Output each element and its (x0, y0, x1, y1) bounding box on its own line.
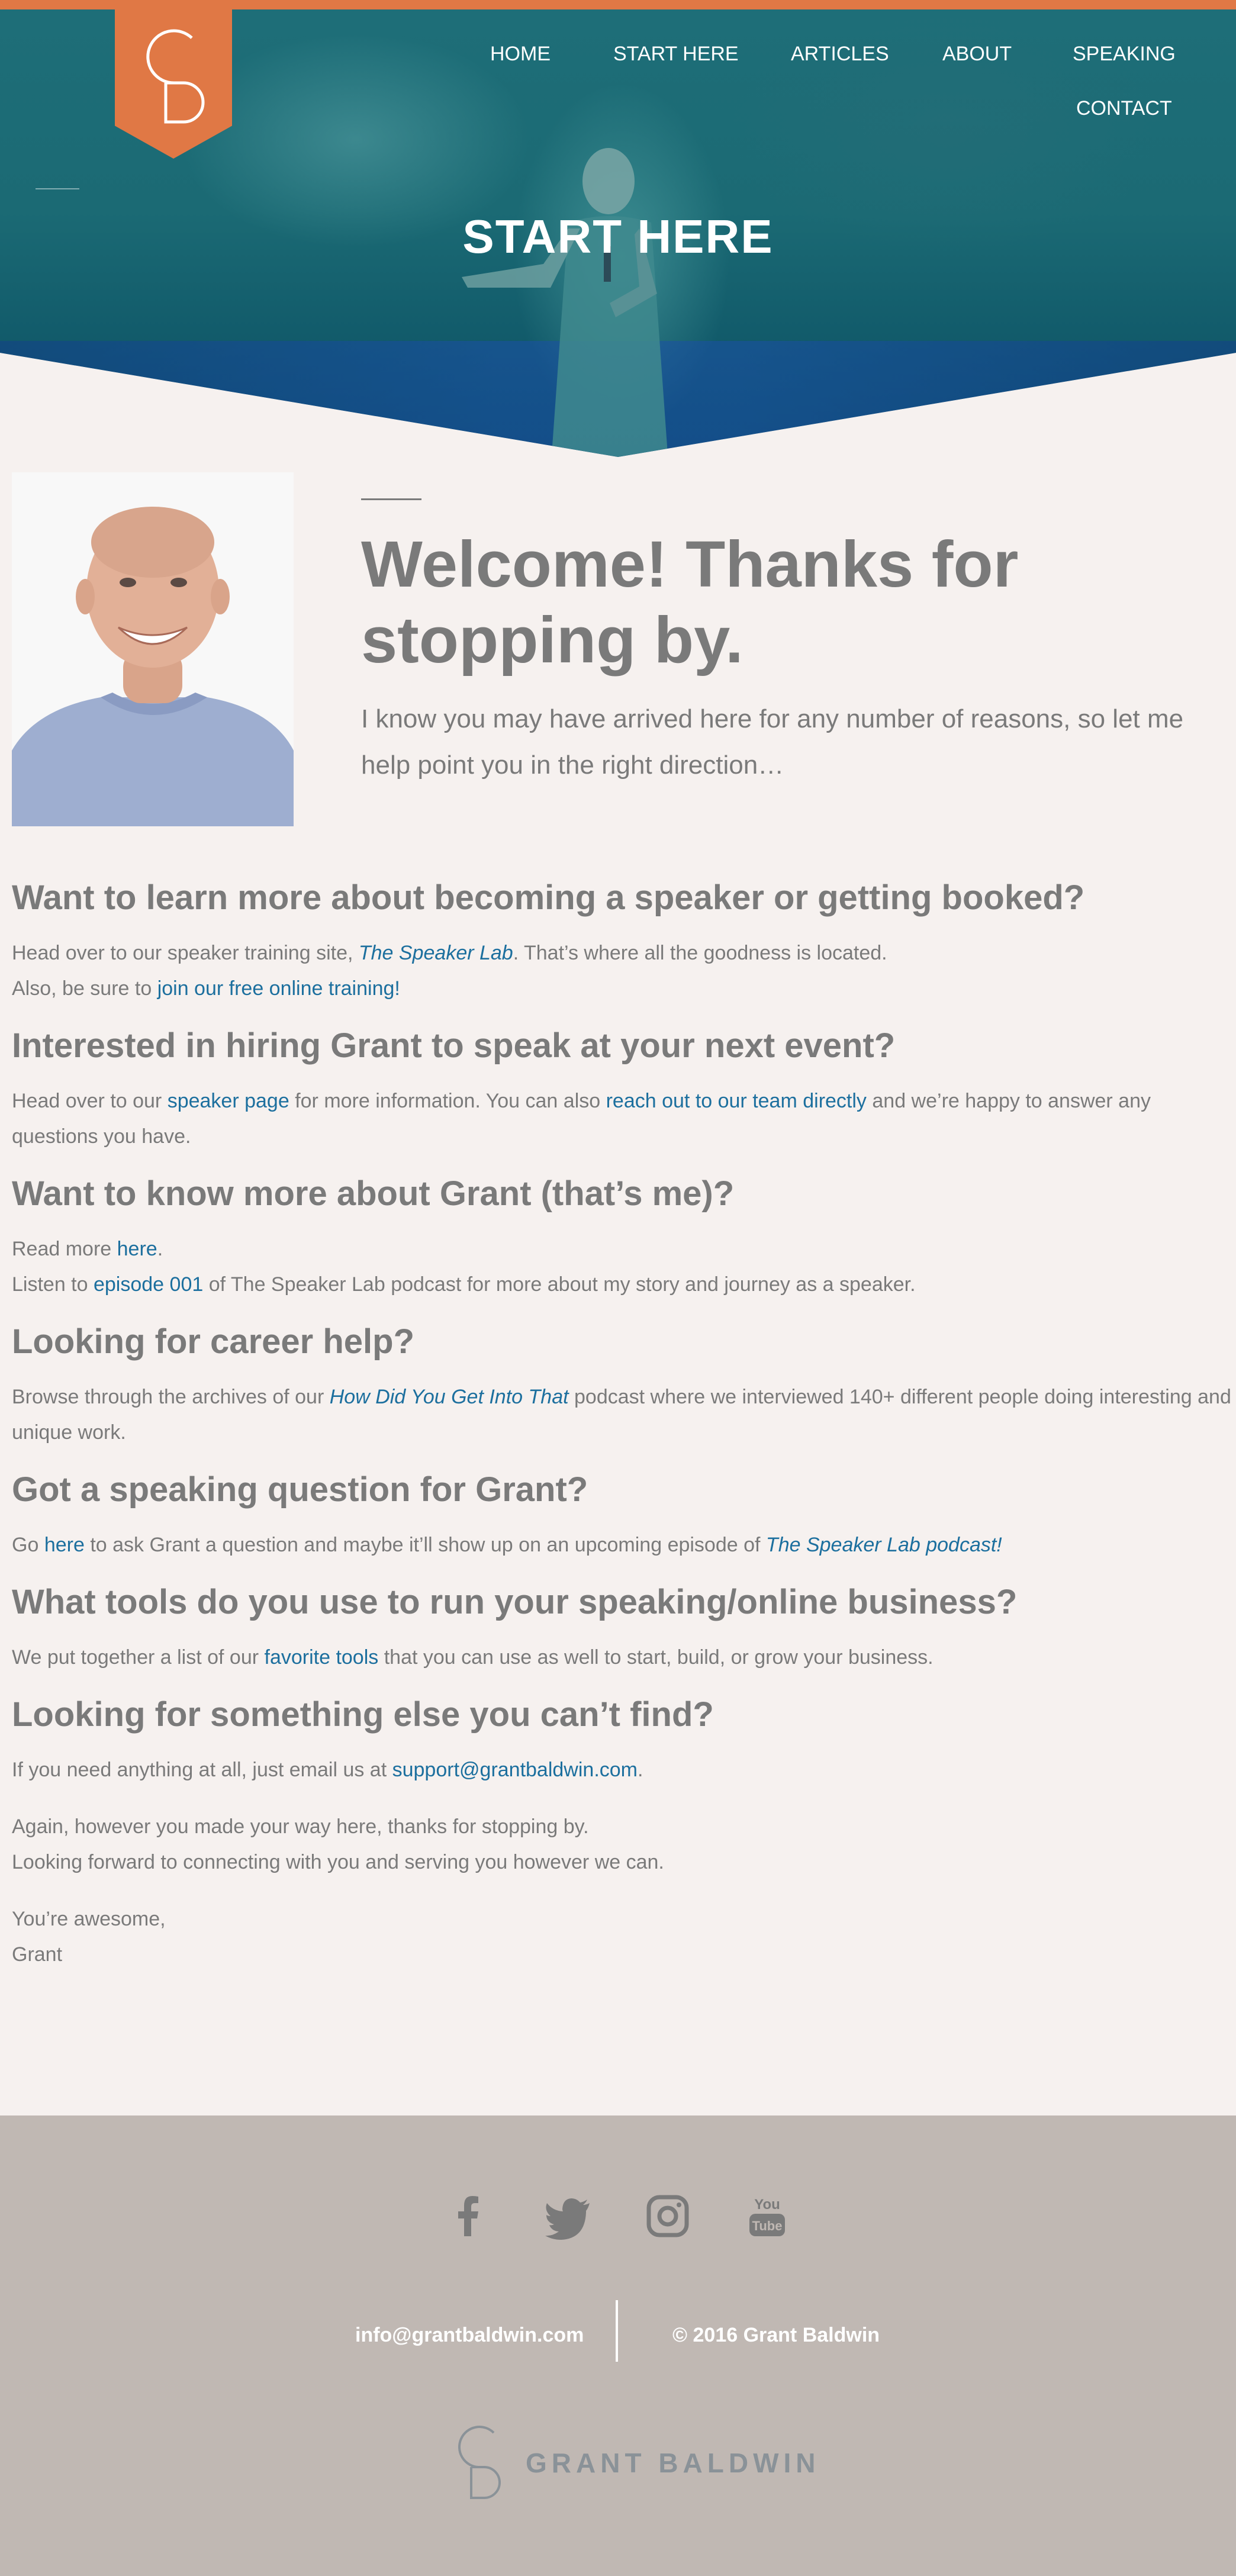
intro-divider (361, 498, 421, 500)
site-footer: You Tube info@grantbaldwin.com © 2016 Gr… (0, 2115, 1236, 2576)
section-text-about-2: Listen to episode 001 of The Speaker Lab… (12, 1267, 1231, 1302)
free-training-link[interactable]: join our free online training! (157, 977, 400, 1000)
section-heading-question: Got a speaking question for Grant? (12, 1470, 588, 1509)
section-text-tools: We put together a list of our favorite t… (12, 1640, 1231, 1675)
section-text-else: If you need anything at all, just email … (12, 1752, 1231, 1788)
svg-text:Tube: Tube (752, 2218, 783, 2233)
text-span: We put together a list of our (12, 1646, 265, 1669)
welcome-subtitle: I know you may have arrived here for any… (361, 704, 1184, 780)
section-text-about-1: Read more here. (12, 1231, 1231, 1267)
text-span: that you can use as well to start, build… (378, 1646, 934, 1669)
facebook-icon[interactable] (444, 2191, 494, 2241)
section-text-speaker-1: Head over to our speaker training site, … (12, 935, 1231, 971)
portrait-photo (12, 472, 294, 826)
footer-copyright: © 2016 Grant Baldwin (672, 2324, 880, 2346)
text-span: to ask Grant a question and maybe it’ll … (84, 1534, 766, 1556)
episode-001-link[interactable]: episode 001 (94, 1273, 203, 1296)
speaker-lab-link[interactable]: The Speaker Lab (359, 942, 513, 964)
section-heading-career: Looking for career help? (12, 1322, 414, 1361)
hero-divider (36, 188, 79, 189)
section-text-hire: Head over to our speaker page for more i… (12, 1083, 1231, 1154)
nav-speaking[interactable]: SPEAKING (1073, 43, 1176, 66)
main-content: Want to learn more about becoming a spea… (12, 874, 1231, 1972)
text-span: Read more (12, 1238, 117, 1260)
footer-divider (616, 2300, 618, 2362)
text-span: Head over to our speaker training site, (12, 942, 359, 964)
nav-start-here[interactable]: START HERE (613, 43, 739, 66)
main-navigation: HOME START HERE ARTICLES ABOUT SPEAKING … (0, 0, 1236, 130)
nav-about[interactable]: ABOUT (942, 43, 1012, 66)
closing-line-1: Again, however you made your way here, t… (12, 1815, 589, 1838)
speaker-lab-podcast-link[interactable]: The Speaker Lab podcast! (766, 1534, 1002, 1556)
contact-team-link[interactable]: reach out to our team directly (606, 1090, 867, 1112)
nav-articles[interactable]: ARTICLES (791, 43, 889, 66)
text-span: . (157, 1238, 163, 1260)
footer-email-link[interactable]: info@grantbaldwin.com (355, 2324, 584, 2347)
svg-text:You: You (754, 2197, 780, 2213)
twitter-icon[interactable] (543, 2191, 593, 2241)
section-heading-else: Looking for something else you can’t fin… (12, 1695, 714, 1734)
section-text-speaker-2: Also, be sure to join our free online tr… (12, 971, 1231, 1006)
section-heading-hire: Interested in hiring Grant to speak at y… (12, 1026, 896, 1065)
section-heading-tools: What tools do you use to run your speaki… (12, 1583, 1018, 1621)
nav-contact[interactable]: CONTACT (1076, 97, 1172, 120)
signoff-line: You’re awesome, (12, 1908, 166, 1930)
author-portrait (12, 472, 294, 826)
signature-name: Grant (12, 1943, 63, 1966)
section-heading-about: Want to know more about Grant (that’s me… (12, 1174, 735, 1213)
gb-monogram-icon (458, 2426, 501, 2499)
footer-logo-text: GRANT BALDWIN (526, 2448, 820, 2478)
text-span: Head over to our (12, 1090, 168, 1112)
about-here-link[interactable]: here (117, 1238, 157, 1260)
ask-question-link[interactable]: here (44, 1534, 85, 1556)
speaker-page-link[interactable]: speaker page (168, 1090, 289, 1112)
hero-speaker-photo (462, 148, 669, 457)
text-span: of The Speaker Lab podcast for more abou… (203, 1273, 916, 1296)
how-did-you-get-into-that-link[interactable]: How Did You Get Into That (330, 1386, 569, 1408)
section-heading-speaker: Want to learn more about becoming a spea… (12, 878, 1085, 917)
nav-home[interactable]: HOME (490, 43, 551, 66)
text-span: for more information. You can also (289, 1090, 606, 1112)
section-text-career: Browse through the archives of our How D… (12, 1379, 1231, 1450)
text-span: Listen to (12, 1273, 94, 1296)
section-text-question: Go here to ask Grant a question and mayb… (12, 1527, 1231, 1563)
text-span: Browse through the archives of our (12, 1386, 330, 1408)
support-email-link[interactable]: support@grantbaldwin.com (392, 1759, 638, 1781)
text-span: . That’s where all the goodness is locat… (513, 942, 887, 964)
text-span: Go (12, 1534, 44, 1556)
text-span: . (638, 1759, 643, 1781)
instagram-icon[interactable] (643, 2191, 693, 2241)
hero-title: START HERE (462, 210, 774, 263)
welcome-heading: Welcome! Thanks for stopping by. (361, 528, 1019, 677)
text-span: Also, be sure to (12, 977, 157, 1000)
youtube-icon[interactable]: You Tube (742, 2191, 792, 2241)
closing-line-2: Looking forward to connecting with you a… (12, 1851, 664, 1873)
text-span: If you need anything at all, just email … (12, 1759, 392, 1781)
favorite-tools-link[interactable]: favorite tools (265, 1646, 379, 1669)
